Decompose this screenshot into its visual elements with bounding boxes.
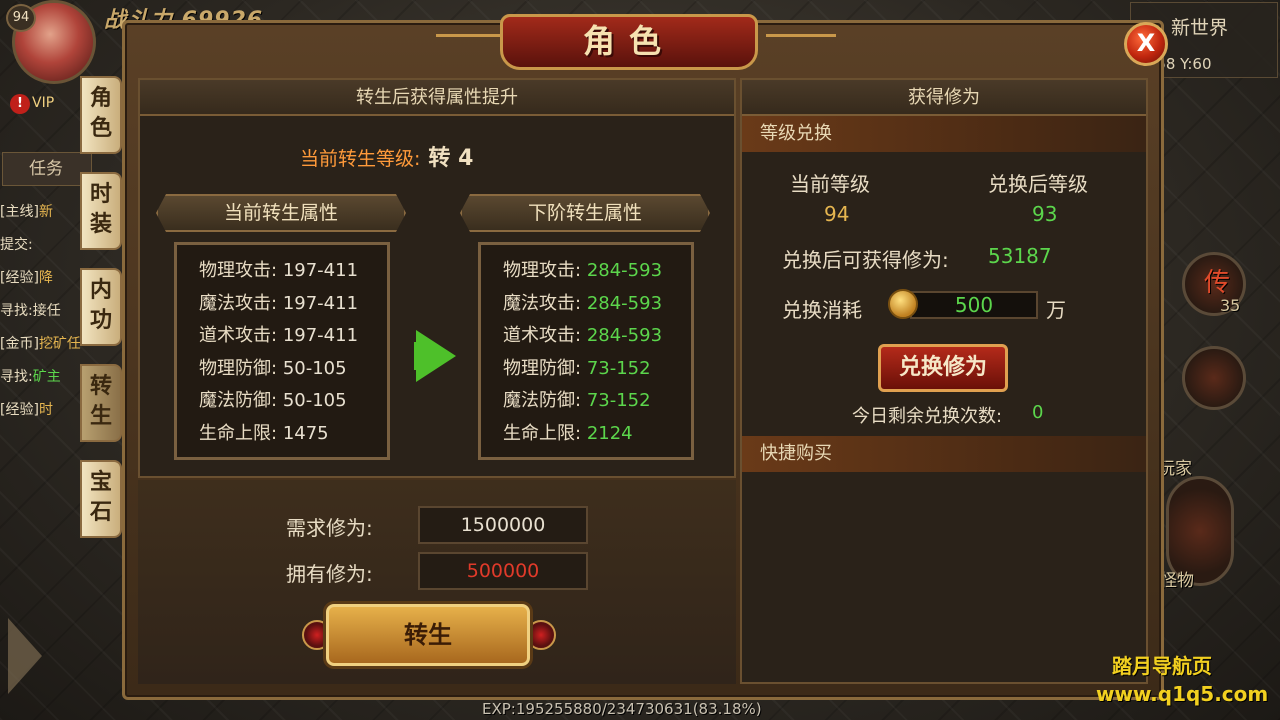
watermark-url: www.q1q5.com: [1096, 682, 1269, 706]
experience-bar-text: EXP:195255880/234730631(83.18%): [482, 700, 762, 718]
task-text: 矿主: [32, 369, 61, 385]
gain-label: 兑换后可获得修为:: [782, 248, 949, 272]
task-tag: 寻找:: [0, 303, 33, 319]
window-title: 角色: [500, 14, 758, 70]
skill-button[interactable]: [1182, 346, 1246, 410]
title-ornament-right: [766, 34, 836, 54]
teleport-label: 传: [1204, 268, 1231, 298]
exchange-cultivation-button[interactable]: 兑换修为: [878, 344, 1008, 392]
player-level-badge: 94: [6, 4, 36, 32]
task-line: [金币]挖矿任: [0, 328, 90, 361]
cost-value: 500: [910, 291, 1038, 319]
task-tag: [主线]: [0, 204, 39, 220]
stat-row: 魔法防御: 73-152: [503, 390, 651, 411]
required-cultivation-label: 需求修为:: [286, 516, 373, 540]
task-tracker[interactable]: [主线]新 提交: [经验]降 寻找:接任 [金币]挖矿任 寻找:矿主 [经验]…: [0, 196, 90, 427]
vip-badge[interactable]: ! VIP: [10, 94, 54, 114]
next-stats-box: 物理攻击: 284-593 魔法攻击: 284-593 道术攻击: 284-59…: [478, 242, 694, 460]
current-stats-title: 当前转生属性: [156, 194, 406, 232]
teleport-count: 35: [1220, 296, 1241, 315]
gold-coin-icon: [888, 289, 918, 319]
current-stats-box: 物理攻击: 197-411 魔法攻击: 197-411 道术攻击: 197-41…: [174, 242, 390, 460]
tab-character[interactable]: 角色: [80, 76, 122, 154]
stat-row: 物理防御: 73-152: [503, 357, 651, 379]
tab-fashion[interactable]: 时装: [80, 172, 122, 250]
stat-row: 道术攻击: 197-411: [199, 325, 359, 346]
watermark-text: 踏月导航页: [1112, 654, 1212, 678]
task-text: 降: [38, 270, 53, 286]
title-ornament-left: [436, 34, 506, 54]
after-level-value: 93: [1032, 202, 1058, 226]
alert-icon: !: [10, 94, 30, 114]
tab-inner-power[interactable]: 内功: [80, 268, 122, 346]
cost-label: 兑换消耗: [782, 298, 862, 322]
task-text: 时: [38, 402, 53, 418]
task-text: 接任: [32, 303, 61, 319]
stat-row: 物理防御: 50-105: [199, 357, 347, 379]
task-line: [主线]新: [0, 196, 90, 229]
current-rebirth-rank: 当前转生等级: 转 4: [300, 140, 473, 172]
stat-row: 物理攻击: 284-593: [503, 260, 663, 281]
task-tag: 提交:: [0, 237, 33, 253]
task-line: 提交:: [0, 229, 90, 262]
close-button[interactable]: X: [1124, 22, 1168, 66]
task-line: 寻找:接任: [0, 295, 90, 328]
stat-row: 魔法防御: 50-105: [199, 390, 347, 411]
tab-gems[interactable]: 宝石: [80, 460, 122, 538]
task-tag: [金币]: [0, 336, 39, 352]
current-level-label: 当前等级: [790, 172, 870, 196]
current-level-value: 94: [824, 202, 850, 226]
map-name: 新世界: [1171, 17, 1229, 39]
rank-label: 当前转生等级:: [300, 148, 421, 170]
rank-value: 转 4: [428, 146, 474, 171]
task-text: 挖矿任: [38, 336, 81, 352]
stat-row: 魔法攻击: 197-411: [199, 292, 359, 314]
stat-row: 魔法攻击: 284-593: [503, 292, 663, 314]
owned-cultivation-value: 500000: [418, 552, 588, 590]
owned-cultivation-label: 拥有修为:: [286, 562, 373, 586]
task-tag: [经验]: [0, 270, 39, 286]
tab-rebirth[interactable]: 转生: [80, 364, 122, 442]
cultivation-panel-header: 获得修为: [742, 80, 1146, 116]
task-button[interactable]: 任务: [2, 152, 92, 186]
upgrade-arrow-icon: [416, 330, 456, 382]
stat-row: 生命上限: 1475: [199, 422, 329, 444]
task-tag: [经验]: [0, 402, 39, 418]
stat-row: 物理攻击: 197-411: [199, 260, 359, 281]
gain-value: 53187: [988, 244, 1052, 268]
monsters-tab[interactable]: 怪物: [1160, 566, 1194, 591]
expand-arrow-icon[interactable]: [8, 618, 42, 694]
required-cultivation-value: 1500000: [418, 506, 588, 544]
rebirth-panel-header: 转生后获得属性提升: [140, 80, 734, 116]
vip-label: VIP: [32, 95, 55, 111]
task-text: 新: [38, 204, 53, 220]
remaining-exchanges-label: 今日剩余兑换次数:: [852, 406, 1003, 427]
stat-row: 道术攻击: 284-593: [503, 325, 663, 346]
quick-buy-section: 快捷购买: [742, 436, 1146, 472]
button-ornament-right: [526, 620, 556, 650]
stat-row: 生命上限: 2124: [503, 422, 633, 444]
next-stats-title: 下阶转生属性: [460, 194, 710, 232]
after-level-label: 兑换后等级: [988, 172, 1088, 196]
task-line: [经验]降: [0, 262, 90, 295]
remaining-exchanges-value: 0: [1032, 402, 1044, 423]
level-exchange-section: 等级兑换: [742, 116, 1146, 152]
task-tag: 寻找:: [0, 369, 33, 385]
task-line: 寻找:矿主: [0, 361, 90, 394]
task-line: [经验]时: [0, 394, 90, 427]
cost-unit: 万: [1046, 298, 1066, 322]
rebirth-button[interactable]: 转生: [326, 604, 530, 666]
